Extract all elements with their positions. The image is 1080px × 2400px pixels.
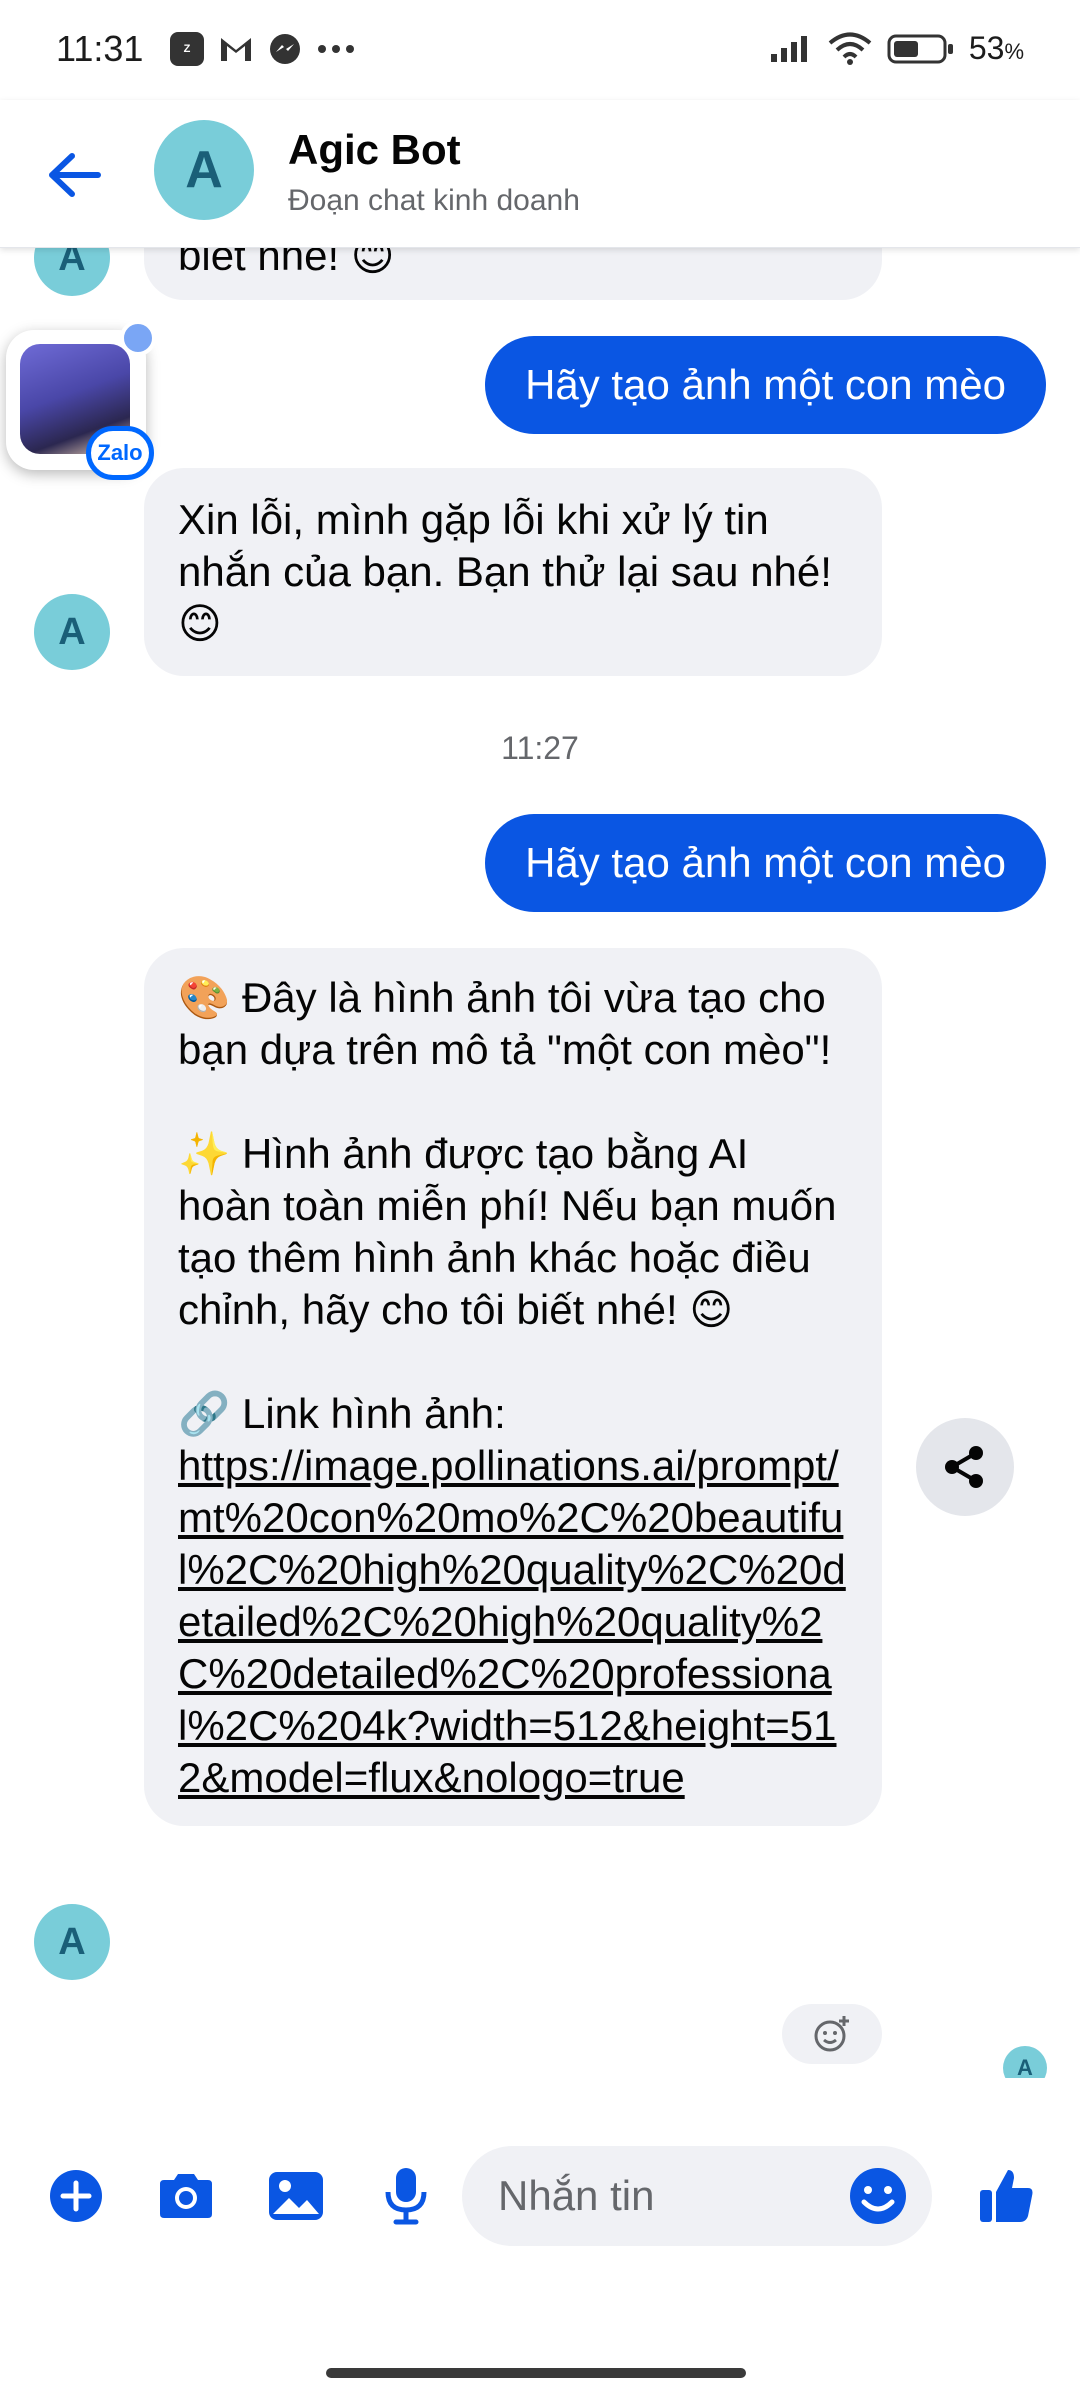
microphone-icon — [385, 2168, 427, 2225]
incoming-message-partial[interactable]: biết nhé! 😊 — [144, 248, 882, 300]
incoming-message-image-link[interactable]: 🎨 Đây là hình ảnh tôi vừa tạo cho bạn dự… — [144, 948, 882, 1826]
bot-avatar[interactable]: A — [34, 594, 110, 670]
add-icon — [50, 2170, 102, 2222]
contact-avatar[interactable]: A — [154, 120, 254, 220]
emoji-icon[interactable] — [846, 2164, 910, 2228]
back-arrow-icon — [49, 153, 101, 197]
zalo-icon: Z — [170, 32, 204, 66]
message-link-label: 🔗 Link hình ảnh: — [178, 1390, 506, 1437]
incoming-message[interactable]: Xin lỗi, mình gặp lỗi khi xử lý tin nhắn… — [144, 468, 882, 676]
gmail-icon — [221, 38, 251, 61]
notification-icons: Z — [170, 32, 356, 66]
home-indicator[interactable] — [326, 2368, 746, 2378]
add-reaction-button[interactable] — [782, 2004, 882, 2064]
camera-button[interactable] — [148, 2158, 224, 2234]
add-reaction-icon — [814, 2016, 849, 2052]
chat-header: A Agic Bot Đoạn chat kinh doanh — [0, 100, 1080, 248]
contact-subtitle: Đoạn chat kinh doanh — [288, 184, 580, 217]
message-text: biết nhé! 😊 — [178, 248, 395, 279]
gallery-icon — [269, 2172, 323, 2220]
messenger-icon — [270, 34, 300, 64]
message-list[interactable]: A biết nhé! 😊 Hãy tạo ảnh một con mèo Xi… — [0, 248, 1080, 2078]
seen-indicator-avatar: A — [1003, 2046, 1047, 2078]
outgoing-message[interactable]: Hãy tạo ảnh một con mèo — [485, 336, 1046, 434]
voice-button[interactable] — [368, 2158, 444, 2234]
message-text: Xin lỗi, mình gặp lỗi khi xử lý tin nhắn… — [178, 496, 832, 647]
bot-avatar[interactable]: A — [34, 248, 110, 296]
like-button[interactable] — [968, 2158, 1044, 2234]
zalo-chat-head[interactable]: Zalo — [6, 320, 156, 480]
outgoing-message[interactable]: Hãy tạo ảnh một con mèo — [485, 814, 1046, 912]
back-button[interactable] — [40, 140, 110, 210]
more-icon — [318, 45, 354, 53]
image-link[interactable]: https://image.pollinations.ai/prompt/mt%… — [178, 1440, 848, 1804]
battery-icon — [887, 34, 953, 63]
share-icon — [945, 1446, 983, 1488]
signal-icon — [770, 35, 807, 62]
add-button[interactable] — [38, 2158, 114, 2234]
status-time: 11:31 — [56, 28, 144, 69]
contact-name[interactable]: Agic Bot — [288, 126, 461, 174]
status-bar: 11:31 Z 53% — [0, 0, 1080, 100]
notification-dot — [120, 320, 156, 356]
message-timestamp: 11:27 — [501, 730, 579, 766]
gallery-button[interactable] — [258, 2158, 334, 2234]
message-input-placeholder: Nhắn tin — [498, 2172, 655, 2219]
wifi-icon — [828, 32, 872, 65]
status-right: 53% — [769, 30, 1024, 67]
message-input[interactable]: Nhắn tin — [462, 2146, 932, 2246]
share-button[interactable] — [916, 1418, 1014, 1516]
like-icon — [980, 2170, 1033, 2222]
battery-percent: 53% — [968, 30, 1024, 66]
camera-icon — [160, 2174, 212, 2218]
message-composer: Nhắn tin — [0, 2140, 1080, 2250]
message-paragraph: 🎨 Đây là hình ảnh tôi vừa tạo cho bạn dự… — [178, 974, 832, 1073]
zalo-badge: Zalo — [86, 426, 154, 480]
bot-avatar[interactable]: A — [34, 1904, 110, 1980]
message-paragraph: ✨ Hình ảnh được tạo bằng AI hoàn toàn mi… — [178, 1130, 837, 1333]
